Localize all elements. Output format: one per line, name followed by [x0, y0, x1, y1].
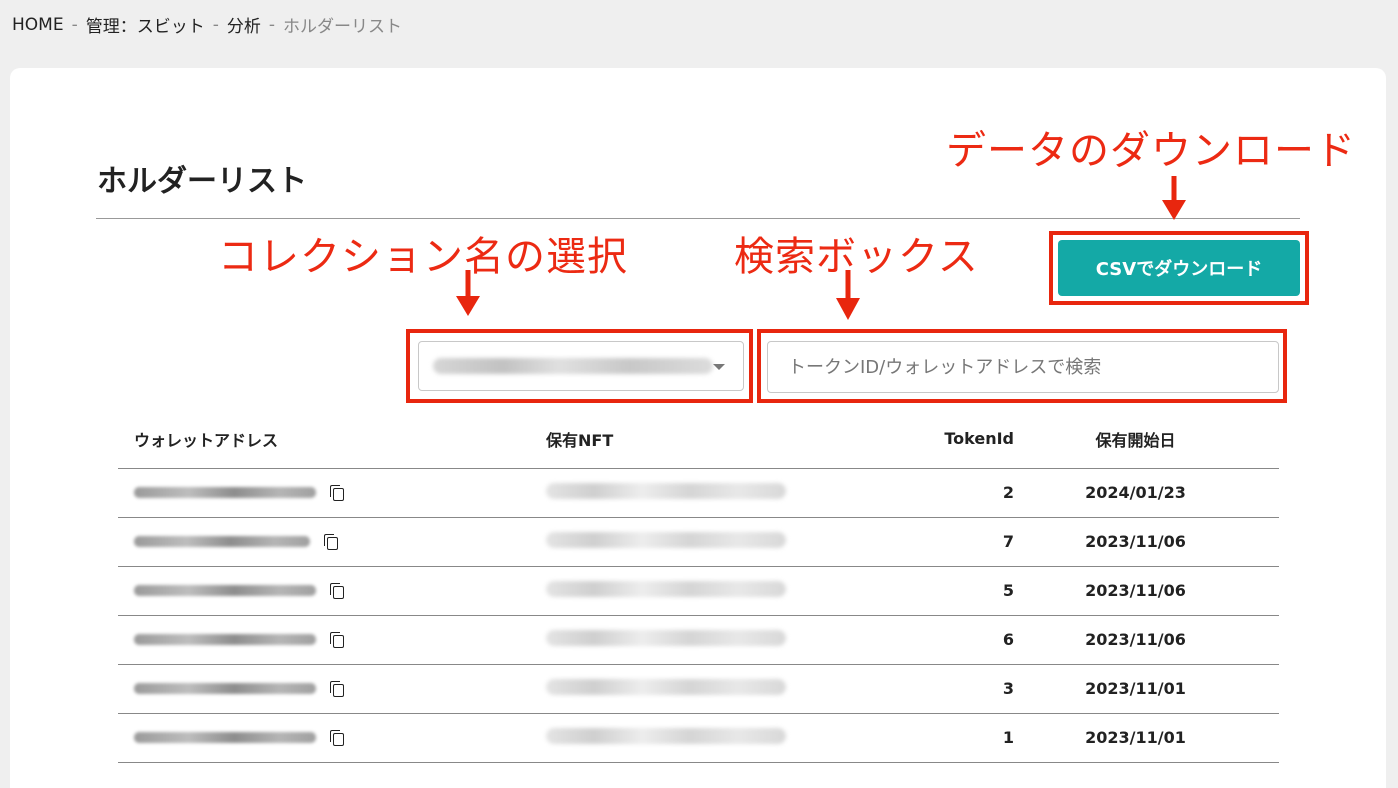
- table-row: 6 2023/11/06: [118, 615, 1279, 665]
- start-date: 2023/11/01: [1022, 713, 1279, 763]
- table-row: 3 2023/11/01: [118, 664, 1279, 714]
- start-date: 2023/11/01: [1022, 664, 1279, 714]
- arrow-down-icon: [456, 270, 480, 316]
- column-header-wallet: ウォレットアドレス: [118, 410, 510, 469]
- arrow-down-icon: [1162, 176, 1186, 220]
- table-row: 5 2023/11/06: [118, 566, 1279, 616]
- csv-download-button[interactable]: CSVでダウンロード: [1058, 240, 1300, 296]
- title-divider: [96, 218, 1300, 219]
- chevron-down-icon: [713, 364, 725, 370]
- nft-name: [546, 482, 786, 499]
- wallet-address: [134, 634, 316, 645]
- wallet-address: [134, 487, 316, 498]
- collection-select-value: [433, 358, 713, 374]
- nft-name: [546, 580, 786, 597]
- nft-name: [546, 629, 786, 646]
- token-id: 7: [852, 517, 1022, 567]
- start-date: 2023/11/06: [1022, 517, 1279, 567]
- breadcrumb-analysis[interactable]: 分析: [227, 12, 261, 37]
- copy-icon[interactable]: [330, 484, 344, 501]
- breadcrumb: HOME - 管理：スビット - 分析 - ホルダーリスト: [12, 12, 402, 38]
- breadcrumb-separator: -: [212, 14, 219, 35]
- copy-icon[interactable]: [330, 680, 344, 697]
- copy-icon[interactable]: [330, 631, 344, 648]
- breadcrumb-home[interactable]: HOME: [12, 15, 64, 35]
- start-date: 2024/01/23: [1022, 468, 1279, 518]
- copy-icon[interactable]: [330, 729, 344, 746]
- wallet-address: [134, 585, 316, 596]
- breadcrumb-separator: -: [268, 14, 275, 35]
- token-id: 5: [852, 566, 1022, 616]
- table-row: 2 2024/01/23: [118, 468, 1279, 518]
- annotation-collection: コレクション名の選択: [218, 234, 628, 280]
- wallet-address: [134, 536, 310, 547]
- holders-table: ウォレットアドレス 保有NFT TokenId 保有開始日 2 2024/01/…: [118, 410, 1279, 763]
- search-input[interactable]: [767, 341, 1279, 393]
- breadcrumb-current: ホルダーリスト: [283, 17, 402, 37]
- wallet-address: [134, 683, 316, 694]
- token-id: 3: [852, 664, 1022, 714]
- column-header-date: 保有開始日: [1022, 410, 1279, 469]
- column-header-token: TokenId: [852, 410, 1022, 469]
- token-id: 6: [852, 615, 1022, 665]
- table-row: 7 2023/11/06: [118, 517, 1279, 567]
- arrow-down-icon: [836, 270, 860, 320]
- wallet-address: [134, 732, 316, 743]
- copy-icon[interactable]: [324, 533, 338, 550]
- copy-icon[interactable]: [330, 582, 344, 599]
- column-header-nft: 保有NFT: [510, 410, 852, 469]
- table-header-row: ウォレットアドレス 保有NFT TokenId 保有開始日: [118, 410, 1279, 469]
- collection-select[interactable]: [418, 341, 744, 391]
- nft-name: [546, 531, 786, 548]
- breadcrumb-admin[interactable]: 管理：スビット: [86, 12, 205, 37]
- annotation-download: データのダウンロード: [946, 128, 1356, 174]
- page-title: ホルダーリスト: [97, 164, 307, 199]
- start-date: 2023/11/06: [1022, 615, 1279, 665]
- nft-name: [546, 678, 786, 695]
- start-date: 2023/11/06: [1022, 566, 1279, 616]
- breadcrumb-separator: -: [71, 14, 78, 35]
- token-id: 1: [852, 713, 1022, 763]
- nft-name: [546, 727, 786, 744]
- table-row: 1 2023/11/01: [118, 713, 1279, 763]
- token-id: 2: [852, 468, 1022, 518]
